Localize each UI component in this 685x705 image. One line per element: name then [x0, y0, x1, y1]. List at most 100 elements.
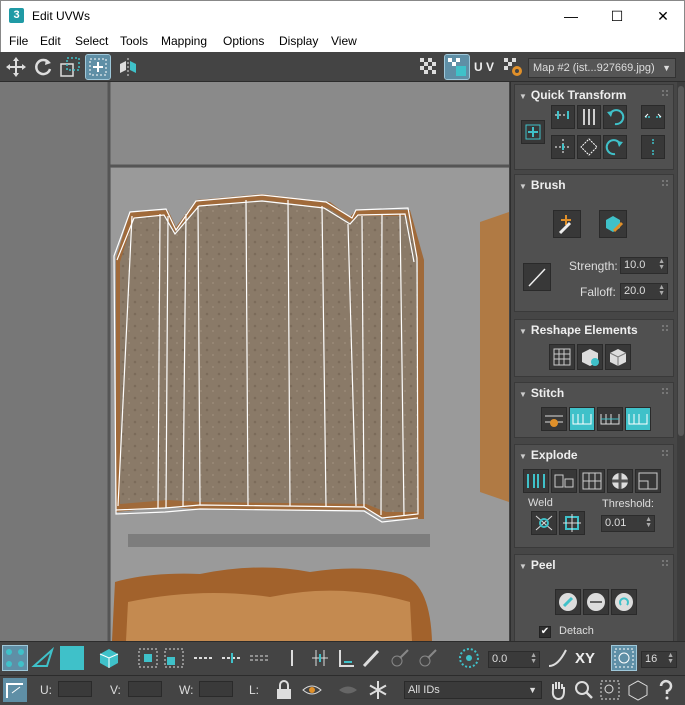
- quick-peel-button[interactable]: [555, 589, 581, 615]
- grow-selection-button[interactable]: [136, 646, 160, 670]
- brush-header[interactable]: ▼ Brush: [519, 178, 566, 192]
- element-mode-button[interactable]: [97, 646, 121, 670]
- quick-transform-header[interactable]: ▼ Quick Transform: [519, 88, 626, 102]
- pan-button[interactable]: [546, 678, 570, 702]
- stitch-custom-button[interactable]: [541, 407, 567, 431]
- v-coordinate-field[interactable]: [128, 681, 162, 697]
- brush-settings-button[interactable]: [523, 263, 551, 291]
- explode-by-polygon-button[interactable]: [551, 469, 577, 493]
- snap-value-spinner[interactable]: 16 ▲ ▼: [641, 651, 677, 668]
- spinner-arrows-icon[interactable]: ▲ ▼: [645, 516, 652, 529]
- rotate-minus-90-button[interactable]: [603, 105, 627, 129]
- soft-selection-button[interactable]: [457, 646, 481, 670]
- xy-space-button[interactable]: XY: [575, 650, 595, 667]
- space-vertical-button[interactable]: [641, 135, 665, 159]
- align-vertical-button[interactable]: [577, 105, 601, 129]
- u-coordinate-field[interactable]: [58, 681, 92, 697]
- scrollbar-thumb[interactable]: [678, 86, 684, 436]
- relax-brush-button[interactable]: [599, 210, 627, 238]
- stitch-header[interactable]: ▼ Stitch: [519, 386, 564, 400]
- falloff-spinner[interactable]: 20.0 ▲ ▼: [620, 283, 668, 300]
- select-by-element-uv-button[interactable]: [308, 646, 332, 670]
- detach-checkbox[interactable]: ✔: [539, 626, 551, 638]
- map-dropdown[interactable]: Map #2 (ist...927669.jpg) ▼: [528, 58, 676, 78]
- spinner-arrows-icon[interactable]: ▲ ▼: [658, 284, 665, 297]
- zoom-region-button[interactable]: [598, 678, 622, 702]
- map-settings-button[interactable]: [501, 55, 525, 79]
- help-button[interactable]: [654, 678, 678, 702]
- paint-move-button[interactable]: [553, 210, 581, 238]
- peel-reset-button[interactable]: [611, 589, 637, 615]
- uv-space-label[interactable]: U V: [474, 60, 494, 74]
- paint-select-button[interactable]: [360, 646, 384, 670]
- menu-mapping[interactable]: Mapping: [161, 34, 207, 48]
- loop-grow-button[interactable]: [220, 646, 244, 670]
- w-coordinate-field[interactable]: [199, 681, 233, 697]
- uv-canvas[interactable]: [0, 82, 509, 641]
- scale-tool-button[interactable]: [58, 55, 82, 79]
- peel-header[interactable]: ▼ Peel: [519, 558, 556, 572]
- explode-by-smoothing-button[interactable]: [579, 469, 605, 493]
- edge-mode-button[interactable]: [31, 646, 55, 670]
- align-to-edge-button[interactable]: [551, 135, 575, 159]
- menu-file[interactable]: File: [9, 34, 28, 48]
- angle-spinner[interactable]: 0.0 ▲ ▼: [488, 651, 540, 668]
- ring-shrink-button[interactable]: [280, 646, 304, 670]
- falloff-curve-button[interactable]: [546, 646, 570, 670]
- menu-select[interactable]: Select: [75, 34, 108, 48]
- move-tool-button[interactable]: [4, 55, 28, 79]
- maximize-button[interactable]: ☐: [594, 1, 640, 31]
- minimize-button[interactable]: —: [548, 1, 594, 31]
- absolute-offset-toggle[interactable]: [3, 678, 27, 702]
- checker-button[interactable]: [417, 55, 441, 79]
- straighten-button[interactable]: [549, 344, 575, 370]
- select-overlap-button[interactable]: [334, 646, 358, 670]
- zoom-extents-button[interactable]: [626, 678, 650, 702]
- menu-edit[interactable]: Edit: [40, 34, 61, 48]
- stitch-average-button[interactable]: [597, 407, 623, 431]
- material-id-filter[interactable]: All IDs ▼: [404, 681, 542, 699]
- menu-options[interactable]: Options: [223, 34, 264, 48]
- align-horizontal-button[interactable]: [551, 105, 575, 129]
- uv-editor-viewport[interactable]: [0, 82, 509, 641]
- spinner-arrows-icon[interactable]: ▲ ▼: [658, 258, 665, 271]
- break-button[interactable]: [523, 469, 549, 493]
- spinner-arrows-icon[interactable]: ▲ ▼: [530, 652, 537, 665]
- explode-by-material-button[interactable]: [607, 469, 633, 493]
- flatten-by-groups-button[interactable]: [635, 469, 661, 493]
- rotate-tool-button[interactable]: [31, 55, 55, 79]
- close-button[interactable]: ✕: [640, 1, 685, 31]
- shrink-selection-button[interactable]: [162, 646, 186, 670]
- lock-selection-button[interactable]: [272, 678, 296, 702]
- space-horizontal-button[interactable]: [641, 105, 665, 129]
- menu-display[interactable]: Display: [279, 34, 318, 48]
- reshape-header[interactable]: ▼ Reshape Elements: [519, 323, 638, 337]
- snap-toggle-button[interactable]: [611, 645, 637, 671]
- relax-settings-button[interactable]: [605, 344, 631, 370]
- hide-button[interactable]: [336, 678, 360, 702]
- peel-mode-button[interactable]: [583, 589, 609, 615]
- strength-spinner[interactable]: 10.0 ▲ ▼: [620, 257, 668, 274]
- paint-shrink-button[interactable]: [416, 646, 440, 670]
- zoom-button[interactable]: [572, 678, 596, 702]
- mirror-tool-button[interactable]: [116, 55, 140, 79]
- set-pivot-button[interactable]: [521, 120, 545, 144]
- relax-button[interactable]: [577, 344, 603, 370]
- freeze-button[interactable]: [366, 678, 390, 702]
- spinner-arrows-icon[interactable]: ▲ ▼: [667, 652, 674, 665]
- menu-tools[interactable]: Tools: [120, 34, 148, 48]
- weld-threshold-button[interactable]: [559, 511, 585, 535]
- freeform-tool-button[interactable]: [85, 54, 111, 80]
- menu-view[interactable]: View: [331, 34, 357, 48]
- show-hidden-button[interactable]: [300, 678, 324, 702]
- stitch-to-target-button[interactable]: [625, 407, 651, 431]
- stitch-to-source-button[interactable]: [569, 407, 595, 431]
- threshold-spinner[interactable]: 0.01 ▲ ▼: [601, 515, 655, 532]
- align-diamond-button[interactable]: [577, 135, 601, 159]
- polygon-mode-button[interactable]: [60, 646, 84, 670]
- weld-selected-button[interactable]: [531, 511, 557, 535]
- ring-select-button[interactable]: [248, 646, 272, 670]
- paint-grow-button[interactable]: [388, 646, 412, 670]
- rollout-scrollbar[interactable]: [677, 82, 685, 641]
- loop-select-button[interactable]: [192, 646, 216, 670]
